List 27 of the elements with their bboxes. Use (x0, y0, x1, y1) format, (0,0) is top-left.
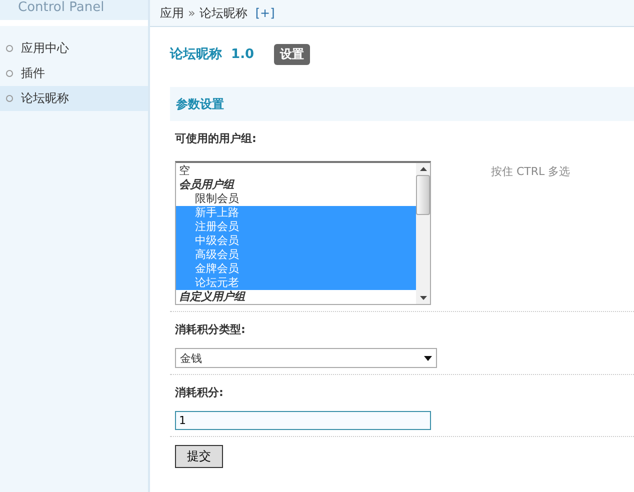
field-label: 消耗积分类型: (174, 322, 246, 338)
scroll-up-arrow-icon[interactable] (420, 167, 426, 171)
submit-button[interactable]: 提交 (175, 445, 223, 468)
hint-text: 按住 CTRL 多选 (491, 164, 570, 180)
breadcrumb-link[interactable]: 论坛昵称 (199, 4, 248, 22)
section-header: 参数设置 (170, 87, 634, 121)
breadcrumb-separator: » (188, 6, 196, 20)
field-label: 可使用的用户组: (174, 131, 256, 147)
logo-text: Control Panel (18, 0, 104, 16)
credit-type-dropdown[interactable]: 金钱 (175, 348, 437, 368)
user-group-listbox[interactable]: 空 会员用户组 限制会员 新手上路 注册会员 中级会员 高级会员 金牌会员 论坛元老 自定义用户组 (175, 161, 431, 305)
option-group-label: 会员用户组 (178, 178, 236, 192)
credit-input[interactable]: 1 (175, 411, 431, 430)
list-option[interactable]: 空 (176, 164, 416, 178)
plugin-title: 论坛昵称 1.0 (170, 46, 254, 63)
field-label: 消耗积分: (174, 385, 224, 401)
scroll-down-arrow-icon[interactable] (420, 296, 426, 300)
option-group-label: 自定义用户组 (178, 290, 246, 304)
breadcrumb-link[interactable]: 应用 (160, 4, 184, 22)
settings-tab[interactable]: 设置 (274, 44, 310, 64)
dropdown-arrow-icon (424, 356, 432, 360)
add-link[interactable]: [+] (255, 6, 275, 20)
scrollbar[interactable] (416, 163, 430, 304)
sidebar-item[interactable]: 论坛昵称 (0, 86, 148, 111)
sidebar-item[interactable]: 应用中心 (0, 36, 148, 61)
sidebar-item[interactable]: 插件 (0, 61, 148, 86)
list-option[interactable]: 限制会员 (176, 192, 416, 206)
